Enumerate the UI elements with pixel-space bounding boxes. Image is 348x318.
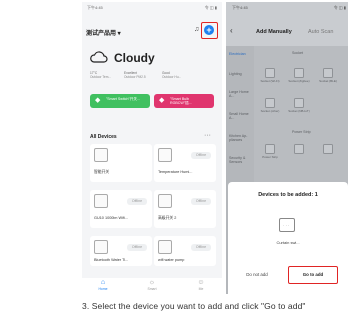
more-icon[interactable]: ··· bbox=[204, 132, 211, 139]
socket-icon bbox=[294, 68, 304, 78]
device-option[interactable]: Socket (Zigbee) bbox=[288, 68, 310, 88]
status-bar: 下午4:45 令 ◫ ▮ bbox=[226, 4, 348, 12]
stat-pm25: Excellent Outdoor PM2.5 bbox=[124, 71, 146, 79]
device-option[interactable]: Power Strip bbox=[260, 144, 280, 164]
add-device-button[interactable]: + bbox=[204, 25, 214, 35]
device-card[interactable]: 智能开关 bbox=[90, 144, 152, 182]
tab-home[interactable]: ⌂ Home bbox=[88, 279, 118, 291]
device-card[interactable]: Offline 高级开关 2 bbox=[154, 190, 216, 228]
bulb-icon bbox=[94, 194, 108, 208]
weather-title: Cloudy bbox=[114, 51, 155, 65]
category-item[interactable]: Small Home A... bbox=[229, 112, 253, 120]
me-icon: ☺ bbox=[197, 279, 205, 286]
offline-badge: Offline bbox=[127, 244, 147, 251]
category-item[interactable]: Security & Sensors bbox=[229, 156, 253, 164]
cloud-icon bbox=[90, 51, 108, 63]
dialog-title: Devices to be added: 1 bbox=[258, 192, 318, 198]
add-button-highlight: + bbox=[201, 22, 218, 39]
category-item[interactable]: Large Home A... bbox=[229, 90, 253, 98]
add-devices-dialog: Devices to be added: 1 · · · Curtain swi… bbox=[228, 182, 348, 294]
socket-icon bbox=[323, 68, 333, 78]
status-icons: 令 ◫ ▮ bbox=[204, 5, 217, 10]
tag-icon: ◆ bbox=[95, 97, 101, 104]
device-icon bbox=[94, 148, 108, 162]
instruction-caption: 3. Select the device you want to add and… bbox=[82, 301, 306, 311]
weather-card: Cloudy 17°C Outdoor Tem... Excellent Out… bbox=[90, 49, 218, 89]
status-time: 下午4:45 bbox=[87, 5, 103, 10]
socket-icon bbox=[265, 68, 275, 78]
home-icon: ⌂ bbox=[100, 279, 106, 286]
category-item[interactable]: Lighting bbox=[229, 72, 253, 76]
power-strip-icon bbox=[294, 144, 304, 154]
socket-icon bbox=[265, 98, 275, 108]
device-option[interactable] bbox=[289, 144, 309, 164]
voice-icon[interactable]: ♫ bbox=[194, 26, 199, 33]
scene-card[interactable]: ◆ "Smart Switch"开关... bbox=[90, 94, 150, 108]
offline-badge: Offline bbox=[191, 244, 211, 251]
tab-me[interactable]: ☺ Me bbox=[186, 279, 216, 291]
go-to-add-button[interactable]: Go to add bbox=[288, 266, 338, 284]
device-card[interactable]: Offline wifi water pump bbox=[154, 236, 216, 266]
device-option[interactable]: Socket (NB-IoT) bbox=[288, 98, 310, 118]
home-selector[interactable]: 测试产品用 ▾ bbox=[86, 28, 121, 37]
water-timer-icon bbox=[94, 240, 108, 254]
status-bar: 下午4:45 令 ◫ ▮ bbox=[85, 4, 219, 12]
app-home-screen: 下午4:45 令 ◫ ▮ 测试产品用 ▾ ♫ + Cloudy 17°C Out… bbox=[82, 2, 222, 294]
add-device-screen: 下午4:45 令 ◫ ▮ ‹ Add Manually Auto Scan El… bbox=[226, 2, 348, 294]
device-card[interactable]: Offline Temperature Humi... bbox=[154, 144, 216, 182]
power-strip-icon bbox=[323, 144, 333, 154]
dialog-device-name: Curtain swi... bbox=[276, 240, 300, 245]
status-time: 下午4:45 bbox=[232, 5, 248, 10]
offline-badge: Offline bbox=[191, 198, 211, 205]
stat-temperature: 17°C Outdoor Tem... bbox=[90, 71, 112, 79]
devices-header[interactable]: All Devices bbox=[90, 134, 117, 140]
smart-icon: ☼ bbox=[148, 279, 156, 286]
bottom-tab-bar: ⌂ Home ☼ Smart ☺ Me bbox=[82, 278, 222, 294]
device-card[interactable]: Offline GU10 1000lm Wifi... bbox=[90, 190, 152, 228]
offline-badge: Offline bbox=[127, 198, 147, 205]
category-item[interactable]: Electrician bbox=[229, 52, 253, 56]
device-option[interactable]: Socket (BLE) bbox=[318, 68, 338, 88]
device-card[interactable]: Offline Bluetooth Water Ti... bbox=[90, 236, 152, 266]
tag-icon: ◆ bbox=[159, 97, 165, 104]
device-option[interactable] bbox=[318, 144, 338, 164]
curtain-switch-icon: · · · bbox=[279, 218, 295, 232]
pump-icon bbox=[158, 240, 172, 254]
tab-auto-scan[interactable]: Auto Scan bbox=[308, 29, 333, 35]
tab-add-manually[interactable]: Add Manually bbox=[256, 29, 292, 35]
back-icon[interactable]: ‹ bbox=[230, 26, 233, 35]
do-not-add-button[interactable]: Do not add bbox=[232, 266, 282, 284]
status-icons: 令 ◫ ▮ bbox=[333, 5, 346, 10]
power-strip-icon bbox=[265, 144, 275, 154]
tab-smart[interactable]: ☼ Smart bbox=[137, 279, 167, 291]
category-item[interactable]: Kitchen Ap-pliances bbox=[229, 134, 253, 142]
socket-icon bbox=[294, 98, 304, 108]
device-icon bbox=[158, 194, 172, 208]
offline-badge: Offline bbox=[191, 152, 211, 159]
stat-humidity: Good Outdoor Hu... bbox=[162, 71, 182, 79]
section-title: Socket bbox=[292, 51, 303, 55]
device-option[interactable]: Socket (other) bbox=[260, 98, 280, 118]
scene-card[interactable]: ◆ "Smart Bulb RGBCW"插... bbox=[154, 94, 214, 108]
section-title: Power Strip bbox=[292, 130, 311, 134]
device-icon bbox=[158, 148, 172, 162]
device-option[interactable]: Socket (Wi-Fi) bbox=[260, 68, 280, 88]
